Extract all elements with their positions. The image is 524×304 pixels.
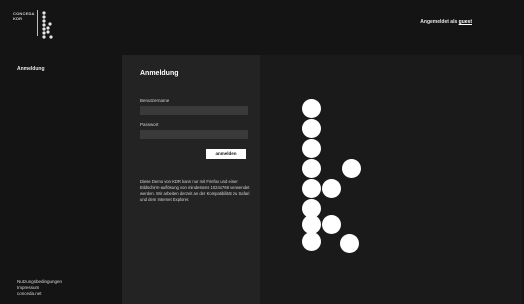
logged-in-status: Angemeldet als guest xyxy=(420,19,472,25)
footer-link-website[interactable]: conceda.net xyxy=(17,291,62,297)
login-button[interactable]: anmelden xyxy=(206,149,246,159)
username-input[interactable] xyxy=(140,106,248,115)
brand-divider xyxy=(37,10,38,36)
username-label: Benutzername xyxy=(140,98,170,103)
logo-showcase xyxy=(260,55,522,304)
brand-logo[interactable]: CONCEDA KDR xyxy=(13,10,53,39)
password-label: Passwort xyxy=(140,122,159,127)
footer-links: Nutzungsbedingungen Impressum conceda.ne… xyxy=(17,279,62,297)
sidebar-item-anmeldung[interactable]: Anmeldung xyxy=(17,66,45,72)
password-input[interactable] xyxy=(140,130,248,139)
sidebar: Anmeldung Nutzungsbedingungen Impressum … xyxy=(0,46,122,304)
brand-name-line2: KDR xyxy=(13,16,23,21)
username-link[interactable]: guest xyxy=(459,19,472,25)
top-bar: CONCEDA KDR Angemeldet als guest xyxy=(0,0,524,46)
browser-notice: Diese Demo von KDR kann nur mit Firefox … xyxy=(140,179,250,202)
login-title: Anmeldung xyxy=(140,70,179,77)
k-dots-logo-icon xyxy=(42,11,53,39)
login-panel: Anmeldung Benutzername Passwort anmelden… xyxy=(122,55,260,304)
logged-in-prefix: Angemeldet als xyxy=(420,19,458,25)
